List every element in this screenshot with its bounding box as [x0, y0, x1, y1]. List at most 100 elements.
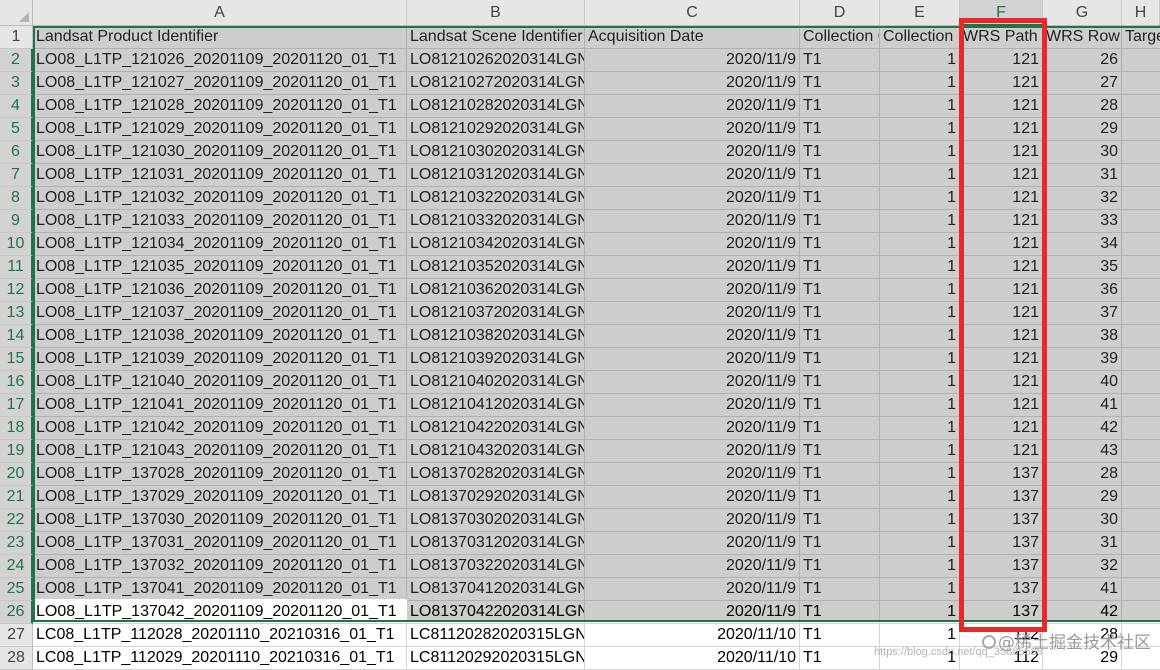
data-cell[interactable]: 1 [880, 624, 959, 647]
data-cell[interactable]: 42 [1043, 417, 1121, 440]
data-cell[interactable]: 2020/11/9 [585, 371, 799, 394]
data-cell[interactable]: T1 [800, 210, 879, 233]
row-header-10[interactable]: 10 [0, 233, 33, 256]
row-header-23[interactable]: 23 [0, 532, 33, 555]
data-cell[interactable]: LO08_L1TP_121030_20201109_20201120_01_T1 [33, 141, 406, 164]
data-cell[interactable]: T1 [800, 417, 879, 440]
data-cell[interactable]: T1 [800, 233, 879, 256]
data-cell[interactable]: T1 [800, 187, 879, 210]
data-cell[interactable]: LO81210422020314LGN00 [407, 417, 584, 440]
data-cell[interactable]: 2020/11/9 [585, 348, 799, 371]
data-cell[interactable]: T1 [800, 302, 879, 325]
data-cell[interactable]: 2020/11/9 [585, 233, 799, 256]
data-cell[interactable]: 121 [960, 187, 1042, 210]
column-header-a[interactable]: A [33, 0, 407, 26]
data-cell[interactable]: 29 [1043, 647, 1121, 670]
row-header-20[interactable]: 20 [0, 463, 33, 486]
data-cell[interactable]: 1 [880, 417, 959, 440]
row-header-15[interactable]: 15 [0, 348, 33, 371]
data-cell[interactable]: 2020/11/9 [585, 555, 799, 578]
data-cell[interactable]: 137 [960, 486, 1042, 509]
row-header-16[interactable]: 16 [0, 371, 33, 394]
data-cell[interactable]: 137 [960, 532, 1042, 555]
data-cell[interactable]: T1 [800, 486, 879, 509]
data-cell[interactable]: 2020/11/9 [585, 187, 799, 210]
data-cell[interactable]: 2020/11/9 [585, 118, 799, 141]
data-cell[interactable]: LO08_L1TP_121040_20201109_20201120_01_T1 [33, 371, 406, 394]
data-cell[interactable]: LO08_L1TP_121029_20201109_20201120_01_T1 [33, 118, 406, 141]
data-cell[interactable]: LC08_L1TP_112029_20201110_20210316_01_T1 [33, 647, 406, 670]
data-cell[interactable]: T1 [800, 463, 879, 486]
data-cell[interactable]: 35 [1043, 256, 1121, 279]
data-cell[interactable]: T1 [800, 325, 879, 348]
data-cell[interactable]: 1 [880, 555, 959, 578]
data-cell[interactable]: 28 [1043, 463, 1121, 486]
data-cell[interactable]: LO08_L1TP_137029_20201109_20201120_01_T1 [33, 486, 406, 509]
data-cell[interactable]: LO81210342020314LGN00 [407, 233, 584, 256]
data-cell[interactable]: 137 [960, 463, 1042, 486]
data-cell[interactable]: LO08_L1TP_121037_20201109_20201120_01_T1 [33, 302, 406, 325]
data-cell[interactable]: 1 [880, 578, 959, 601]
data-cell[interactable]: LO08_L1TP_137028_20201109_20201120_01_T1 [33, 463, 406, 486]
row-header-27[interactable]: 27 [0, 624, 33, 647]
data-cell[interactable]: 39 [1043, 348, 1121, 371]
column-header-h[interactable]: H [1122, 0, 1160, 26]
data-cell[interactable]: 2020/11/9 [585, 394, 799, 417]
data-cell[interactable]: LO81210272020314LGN00 [407, 72, 584, 95]
data-cell[interactable]: 1 [880, 486, 959, 509]
data-cell[interactable]: 1 [880, 440, 959, 463]
data-cell[interactable]: 1 [880, 532, 959, 555]
data-cell[interactable]: 121 [960, 302, 1042, 325]
header-cell[interactable]: Acquisition Date [585, 26, 799, 49]
data-cell[interactable]: 34 [1043, 233, 1121, 256]
data-cell[interactable]: 121 [960, 49, 1042, 72]
row-header-1[interactable]: 1 [0, 26, 33, 49]
data-cell[interactable]: 2020/11/9 [585, 509, 799, 532]
data-cell[interactable]: LO81210402020314LGN00 [407, 371, 584, 394]
data-cell[interactable]: T1 [800, 440, 879, 463]
data-cell[interactable]: 30 [1043, 509, 1121, 532]
data-cell[interactable]: LO81370282020314LGN00 [407, 463, 584, 486]
data-cell[interactable]: 36 [1043, 279, 1121, 302]
data-cell[interactable]: 121 [960, 394, 1042, 417]
row-header-3[interactable]: 3 [0, 72, 33, 95]
data-cell[interactable]: 38 [1043, 325, 1121, 348]
row-header-22[interactable]: 22 [0, 509, 33, 532]
select-all-corner[interactable] [0, 0, 33, 26]
data-cell[interactable]: 1 [880, 164, 959, 187]
data-cell[interactable]: T1 [800, 279, 879, 302]
data-cell[interactable]: LO08_L1TP_121033_20201109_20201120_01_T1 [33, 210, 406, 233]
row-header-6[interactable]: 6 [0, 141, 33, 164]
data-cell[interactable]: T1 [800, 555, 879, 578]
data-cell[interactable]: LO08_L1TP_121034_20201109_20201120_01_T1 [33, 233, 406, 256]
data-cell[interactable]: 2020/11/9 [585, 141, 799, 164]
data-cell[interactable]: 2020/11/9 [585, 302, 799, 325]
data-cell[interactable]: LO81210292020314LGN00 [407, 118, 584, 141]
data-cell[interactable]: 121 [960, 348, 1042, 371]
data-cell[interactable]: LO81210332020314LGN00 [407, 210, 584, 233]
data-cell[interactable]: 29 [1043, 118, 1121, 141]
data-cell[interactable]: LO81370302020314LGN00 [407, 509, 584, 532]
data-cell[interactable]: LO81210412020314LGN00 [407, 394, 584, 417]
data-cell[interactable]: 2020/11/9 [585, 95, 799, 118]
data-cell[interactable]: 1 [880, 509, 959, 532]
data-cell[interactable]: 2020/11/9 [585, 440, 799, 463]
row-header-2[interactable]: 2 [0, 49, 33, 72]
data-cell[interactable]: 28 [1043, 95, 1121, 118]
data-cell[interactable]: 2020/11/9 [585, 256, 799, 279]
data-cell[interactable]: 30 [1043, 141, 1121, 164]
data-cell[interactable]: 1 [880, 325, 959, 348]
data-cell[interactable]: 1 [880, 210, 959, 233]
data-cell[interactable]: 121 [960, 371, 1042, 394]
data-cell[interactable]: 2020/11/9 [585, 164, 799, 187]
data-cell[interactable]: 1 [880, 394, 959, 417]
data-cell[interactable]: 1 [880, 187, 959, 210]
data-cell[interactable]: 1 [880, 256, 959, 279]
data-cell[interactable]: 2020/11/9 [585, 486, 799, 509]
data-cell[interactable]: 1 [880, 233, 959, 256]
data-cell[interactable]: T1 [800, 532, 879, 555]
data-cell[interactable]: LO81210372020314LGN00 [407, 302, 584, 325]
data-cell[interactable]: 121 [960, 72, 1042, 95]
data-cell[interactable]: 121 [960, 256, 1042, 279]
data-cell[interactable]: 2020/11/9 [585, 578, 799, 601]
